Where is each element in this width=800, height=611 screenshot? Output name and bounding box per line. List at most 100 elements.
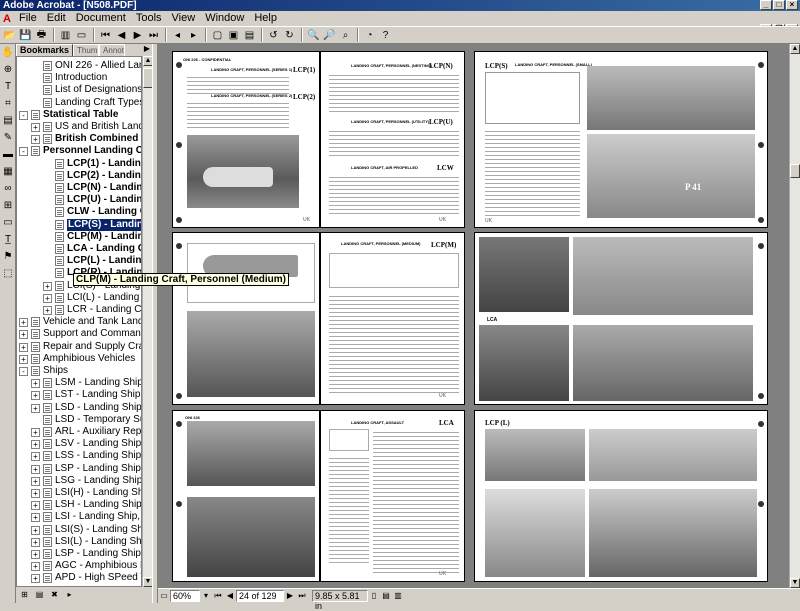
menu-help[interactable]: Help xyxy=(249,11,282,26)
doc-scroll-down-icon[interactable]: ▼ xyxy=(790,578,800,588)
search-results-icon[interactable]: ⌕ xyxy=(338,28,353,43)
expand-bookmark-icon[interactable]: ⊞ xyxy=(18,589,31,601)
expand-icon[interactable]: + xyxy=(19,318,28,328)
bookmark-scrollbar[interactable]: ▲ ▼ xyxy=(142,56,153,587)
print-icon[interactable]: 🖶 xyxy=(34,28,49,43)
bookmark-item[interactable]: + LSP - Landing Ship, Pe xyxy=(17,548,141,560)
text-select-icon[interactable]: T xyxy=(1,80,15,94)
expand-icon[interactable]: + xyxy=(43,281,52,291)
expand-icon[interactable]: + xyxy=(43,293,52,303)
find-icon[interactable]: 🔍 xyxy=(306,28,321,43)
bookmark-item[interactable]: + LSG - Landing Ship, G xyxy=(17,475,141,487)
previous-page-icon[interactable]: ◀ xyxy=(114,28,129,43)
expand-icon[interactable]: + xyxy=(31,135,40,145)
bookmark-item[interactable]: Landing Craft Types xyxy=(17,97,141,109)
expand-icon[interactable]: + xyxy=(31,513,40,523)
first-page-icon[interactable]: ⏮ xyxy=(98,28,113,43)
form-tool-icon[interactable]: ▭ xyxy=(1,216,15,230)
bookmark-item[interactable]: LCP(L) - Landing Craft xyxy=(17,255,141,267)
bookmark-item[interactable]: + Repair and Supply Craft xyxy=(17,341,141,353)
expand-icon[interactable]: + xyxy=(31,391,40,401)
menu-edit[interactable]: Edit xyxy=(42,11,71,26)
show-navigation-icon[interactable]: ▥ xyxy=(58,28,73,43)
close-button[interactable]: × xyxy=(786,0,798,10)
bookmark-item[interactable]: LCP(2) - Landing Craft xyxy=(17,170,141,182)
bookmark-item[interactable]: + Support and Command Cr xyxy=(17,328,141,340)
graphics-select-icon[interactable]: ⬚ xyxy=(1,267,15,281)
bookmark-item[interactable]: LCA - Landing Craft, A xyxy=(17,243,141,255)
menu-file[interactable]: File xyxy=(14,11,42,26)
expand-icon[interactable]: + xyxy=(31,440,40,450)
page-layout-icon[interactable]: ▭ xyxy=(158,590,170,602)
tab-bookmarks[interactable]: Bookmarks xyxy=(16,44,74,56)
expand-icon[interactable]: + xyxy=(31,574,40,584)
bookmark-item[interactable]: ONI 226 - Allied Landing C xyxy=(17,60,141,72)
document-scrollbar[interactable]: ▲ ▼ xyxy=(789,44,800,588)
note-tool-icon[interactable]: ▤ xyxy=(1,114,15,128)
next-page-icon[interactable]: ▶ xyxy=(130,28,145,43)
doc-scroll-thumb[interactable] xyxy=(790,164,800,178)
expand-icon[interactable]: + xyxy=(31,464,40,474)
actual-size-icon[interactable]: ▢ xyxy=(210,28,225,43)
expand-icon[interactable]: + xyxy=(31,501,40,511)
go-forward-icon[interactable]: ▸ xyxy=(186,28,201,43)
highlight-tool-icon[interactable]: ▬ xyxy=(1,148,15,162)
menu-view[interactable]: View xyxy=(167,11,201,26)
bookmark-item[interactable]: CLP(M) - Landing Craft, Personnel (Mediu… xyxy=(17,231,141,243)
zoom-tool-icon[interactable]: ⊕ xyxy=(1,63,15,77)
bookmark-item[interactable]: - Ships xyxy=(17,365,141,377)
bookmark-item[interactable]: + LSI(H) - Landing Ship, xyxy=(17,487,141,499)
bookmark-item[interactable]: List of Designations xyxy=(17,84,141,96)
bookmark-item[interactable]: + LSI - Landing Ship, Infa xyxy=(17,511,141,523)
status-prev-page-icon[interactable]: ◀ xyxy=(224,590,236,602)
bookmark-item[interactable]: + US and British Landing xyxy=(17,121,141,133)
menu-window[interactable]: Window xyxy=(200,11,249,26)
bookmark-item[interactable]: + ARL - Auxiliary Repair S xyxy=(17,426,141,438)
bookmark-item[interactable]: + Vehicle and Tank Landing xyxy=(17,316,141,328)
search-icon[interactable]: 🔎 xyxy=(322,28,337,43)
minimize-button[interactable]: _ xyxy=(760,0,772,10)
delete-bookmark-icon[interactable]: ✖ xyxy=(48,589,61,601)
menu-document[interactable]: Document xyxy=(71,11,131,26)
fit-width-icon[interactable]: ▤ xyxy=(242,28,257,43)
bookmark-item[interactable]: + LSH - Landing Ship, H xyxy=(17,499,141,511)
page-number-field[interactable]: 24 of 129 xyxy=(236,590,284,602)
pencil-tool-icon[interactable]: ✎ xyxy=(1,131,15,145)
single-page-icon[interactable]: ▯ xyxy=(368,590,380,602)
bookmark-item[interactable]: + LCR - Landing Craft, R xyxy=(17,304,141,316)
zoom-dropdown-icon[interactable]: ▾ xyxy=(200,590,212,602)
status-first-page-icon[interactable]: ⏮ xyxy=(212,590,224,602)
expand-icon[interactable]: + xyxy=(31,403,40,413)
bookmark-item[interactable]: LCP(N) - Landing Craft xyxy=(17,182,141,194)
expand-icon[interactable]: + xyxy=(19,330,28,340)
bookmark-item[interactable]: + LSM - Landing Ship, M xyxy=(17,377,141,389)
last-page-icon[interactable]: ⏭ xyxy=(146,28,161,43)
rotate-left-icon[interactable]: ↺ xyxy=(266,28,281,43)
bookmark-item[interactable]: LCP(U) - Landing Craft xyxy=(17,194,141,206)
bookmark-item[interactable]: + LSS - Landing Ship, St xyxy=(17,450,141,462)
bookmark-item[interactable]: + Amphibious Vehicles xyxy=(17,353,141,365)
link-tool-icon[interactable]: ∞ xyxy=(1,182,15,196)
tab-scroll-icon[interactable]: ▶ xyxy=(142,44,152,55)
expand-icon[interactable]: + xyxy=(31,550,40,559)
rotate-right-icon[interactable]: ↻ xyxy=(282,28,297,43)
bookmark-item[interactable]: + APD - High SPeed Tran xyxy=(17,572,141,584)
bookmark-item[interactable]: + LSP - Landing Ship Ca xyxy=(17,463,141,475)
expand-icon[interactable]: + xyxy=(31,476,40,486)
continuous-icon[interactable]: ▤ xyxy=(380,590,392,602)
bookmark-item[interactable]: + LSV - Landing Ship, Ve xyxy=(17,438,141,450)
bookmark-item[interactable]: LSD - Temporary Supe xyxy=(17,414,141,426)
tab-annotations[interactable]: Annotations xyxy=(99,44,126,56)
fit-page-icon[interactable]: ▣ xyxy=(226,28,241,43)
bookmark-item[interactable]: + LSI(L) - Landing Ship, xyxy=(17,536,141,548)
doc-scroll-up-icon[interactable]: ▲ xyxy=(790,44,800,54)
article-tool-icon[interactable]: ⊞ xyxy=(1,199,15,213)
bookmark-item[interactable]: + LSD - Landing Ship, D xyxy=(17,402,141,414)
expand-icon[interactable]: + xyxy=(31,452,40,462)
status-next-page-icon[interactable]: ▶ xyxy=(284,590,296,602)
stamp-tool-icon[interactable]: ⚑ xyxy=(1,250,15,264)
web-link-icon[interactable]: ◔ xyxy=(362,28,377,43)
expand-icon[interactable]: + xyxy=(31,489,40,498)
bookmark-item[interactable]: CLW - Landing Craft, / xyxy=(17,206,141,218)
bookmark-item[interactable]: LCP(1) - Landing Craft xyxy=(17,158,141,170)
